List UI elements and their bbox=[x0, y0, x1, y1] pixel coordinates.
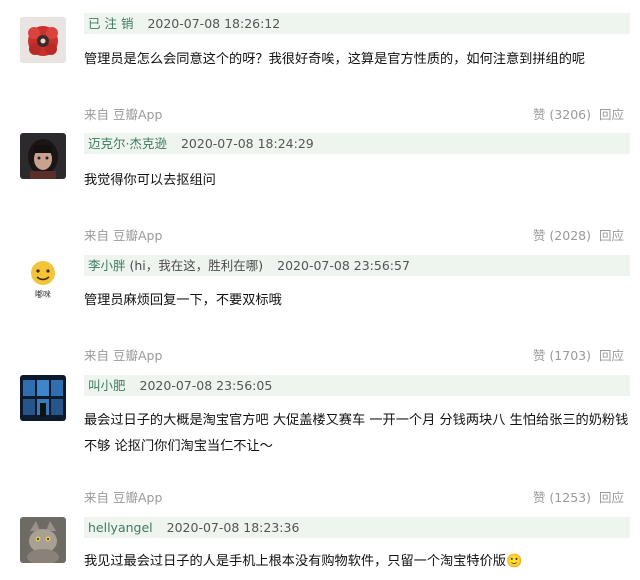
comment-actions: 赞 (2028) 回应 bbox=[533, 226, 624, 246]
comment-text: 我觉得你可以去抠组问 bbox=[84, 173, 216, 188]
comment-text: 管理员麻烦回复一下，不要双标哦 bbox=[84, 293, 282, 308]
comment-header: 迈克尔·杰克逊 2020-07-08 18:24:29 bbox=[84, 133, 630, 154]
comment-meta: 来自 豆瓣App 赞 (1703) 回应 bbox=[84, 346, 630, 366]
avatar[interactable] bbox=[20, 133, 66, 179]
username-link[interactable]: 已 注 销 bbox=[84, 16, 133, 31]
comment-actions: 赞 (1253) 回应 bbox=[533, 488, 624, 508]
comment-text: 最会过日子的大概是淘宝官方吧 大促盖楼又赛车 一开一个月 分钱两块八 生怕给张三… bbox=[84, 413, 629, 454]
like-button[interactable]: 赞 (2028) bbox=[533, 228, 591, 243]
comment-text: 我见过最会过日子的人是手机上根本没有购物软件，只留一个淘宝特价版🙂 bbox=[84, 554, 523, 569]
comment-header: 李小胖 (hi，我在这，胜利在哪) 2020-07-08 23:56:57 bbox=[84, 255, 630, 276]
comment-header: 已 注 销 2020-07-08 18:26:12 bbox=[84, 13, 630, 34]
timestamp: 2020-07-08 18:23:36 bbox=[166, 520, 300, 535]
comment-header: hellyangel 2020-07-08 18:23:36 bbox=[84, 517, 630, 538]
comment-actions: 赞 (1703) 回应 bbox=[533, 346, 624, 366]
comment-meta: 来自 豆瓣App 赞 (2028) 回应 bbox=[84, 226, 630, 246]
red-pattern-avatar-icon bbox=[20, 17, 66, 63]
emoji-face-avatar-icon: 嘟咪 bbox=[20, 256, 66, 302]
timestamp: 2020-07-08 23:56:05 bbox=[139, 378, 273, 393]
portrait-avatar-icon bbox=[20, 133, 66, 179]
dark-screens-avatar-icon bbox=[20, 375, 66, 421]
reply-button[interactable]: 回应 bbox=[599, 490, 624, 505]
source-label: 来自 豆瓣App bbox=[84, 228, 163, 243]
reply-button[interactable]: 回应 bbox=[599, 228, 624, 243]
cat-avatar-icon bbox=[20, 517, 66, 563]
like-button[interactable]: 赞 (1703) bbox=[533, 348, 591, 363]
avatar[interactable] bbox=[20, 375, 66, 421]
username-link[interactable]: 李小胖 bbox=[84, 258, 126, 273]
timestamp: 2020-07-08 18:24:29 bbox=[180, 136, 314, 151]
like-button[interactable]: 赞 (3206) bbox=[533, 107, 591, 122]
reply-button[interactable]: 回应 bbox=[599, 107, 624, 122]
comment-meta: 来自 豆瓣App 赞 (1253) 回应 bbox=[84, 488, 630, 508]
comment-actions: 赞 (3206) 回应 bbox=[533, 105, 624, 125]
reply-button[interactable]: 回应 bbox=[599, 348, 624, 363]
avatar[interactable]: 嘟咪 bbox=[20, 256, 66, 302]
source-label: 来自 豆瓣App bbox=[84, 490, 163, 505]
username-link[interactable]: hellyangel bbox=[84, 520, 153, 535]
comment-text: 管理员是怎么会同意这个的呀？我很好奇唉，这算是官方性质的，如何注意到拼组的呢 bbox=[84, 52, 586, 67]
source-label: 来自 豆瓣App bbox=[84, 107, 163, 122]
avatar-caption: 嘟咪 bbox=[35, 289, 51, 299]
comment-header: 叫小肥 2020-07-08 23:56:05 bbox=[84, 375, 630, 396]
comment-meta: 来自 豆瓣App 赞 (3206) 回应 bbox=[84, 105, 630, 125]
timestamp: 2020-07-08 18:26:12 bbox=[147, 16, 281, 31]
username-link[interactable]: 叫小肥 bbox=[84, 378, 126, 393]
user-signature: (hi，我在这，胜利在哪) bbox=[125, 258, 264, 273]
avatar[interactable] bbox=[20, 517, 66, 563]
like-button[interactable]: 赞 (1253) bbox=[533, 490, 591, 505]
source-label: 来自 豆瓣App bbox=[84, 348, 163, 363]
username-link[interactable]: 迈克尔·杰克逊 bbox=[84, 136, 167, 151]
timestamp: 2020-07-08 23:56:57 bbox=[277, 258, 410, 273]
avatar[interactable] bbox=[20, 17, 66, 63]
